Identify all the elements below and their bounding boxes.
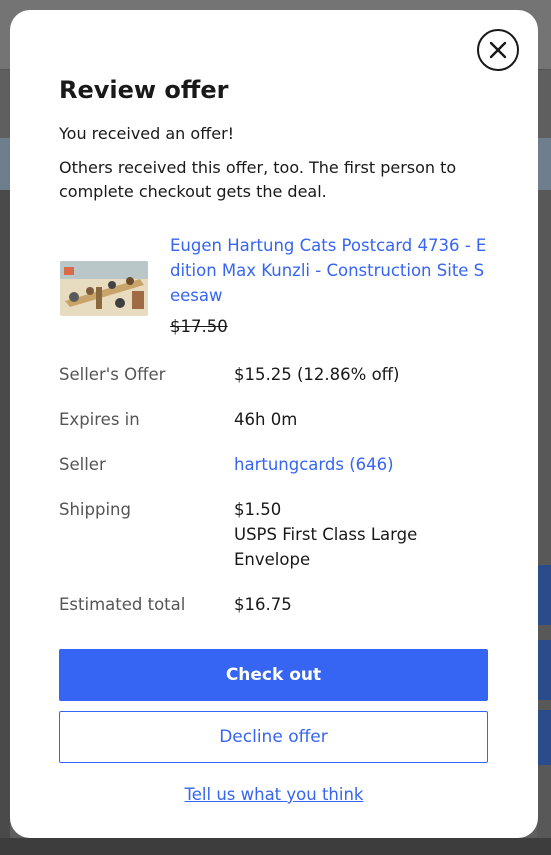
background-footer	[0, 838, 551, 855]
background-left-edge	[0, 190, 10, 855]
shipping-method: USPS First Class Large Envelope	[234, 525, 418, 569]
postcard-image	[60, 261, 148, 316]
close-icon	[489, 41, 507, 59]
expires-label: Expires in	[59, 410, 140, 429]
dialog-title: Review offer	[59, 76, 229, 104]
background-button-edge	[537, 710, 551, 765]
close-button[interactable]	[477, 29, 519, 71]
first-come-notice: Others received this offer, too. The fir…	[59, 158, 457, 201]
sellers-offer-value: $15.25 (12.86% off)	[234, 365, 400, 384]
postcard-thumbnail[interactable]	[60, 261, 148, 316]
background-button-edge	[537, 640, 551, 700]
check-out-button[interactable]: Check out	[59, 649, 488, 701]
sellers-offer-label: Seller's Offer	[59, 365, 166, 384]
estimated-total-value: $16.75	[234, 595, 292, 614]
feedback-link[interactable]: Tell us what you think	[10, 785, 538, 804]
expires-value: 46h 0m	[234, 410, 298, 429]
seller-link[interactable]: hartungcards (646)	[234, 452, 394, 477]
offer-received-text: You received an offer!	[59, 124, 235, 143]
shipping-cost: $1.50	[234, 500, 282, 519]
seller-label: Seller	[59, 455, 106, 474]
background-button-edge	[537, 565, 551, 625]
estimated-total-label: Estimated total	[59, 595, 186, 614]
decline-offer-button[interactable]: Decline offer	[59, 711, 488, 763]
shipping-label: Shipping	[59, 500, 131, 519]
original-price: $17.50	[170, 317, 228, 336]
review-offer-dialog: Review offer You received an offer! Othe…	[10, 10, 538, 838]
item-title-link[interactable]: Eugen Hartung Cats Postcard 4736 - Editi…	[170, 233, 488, 308]
